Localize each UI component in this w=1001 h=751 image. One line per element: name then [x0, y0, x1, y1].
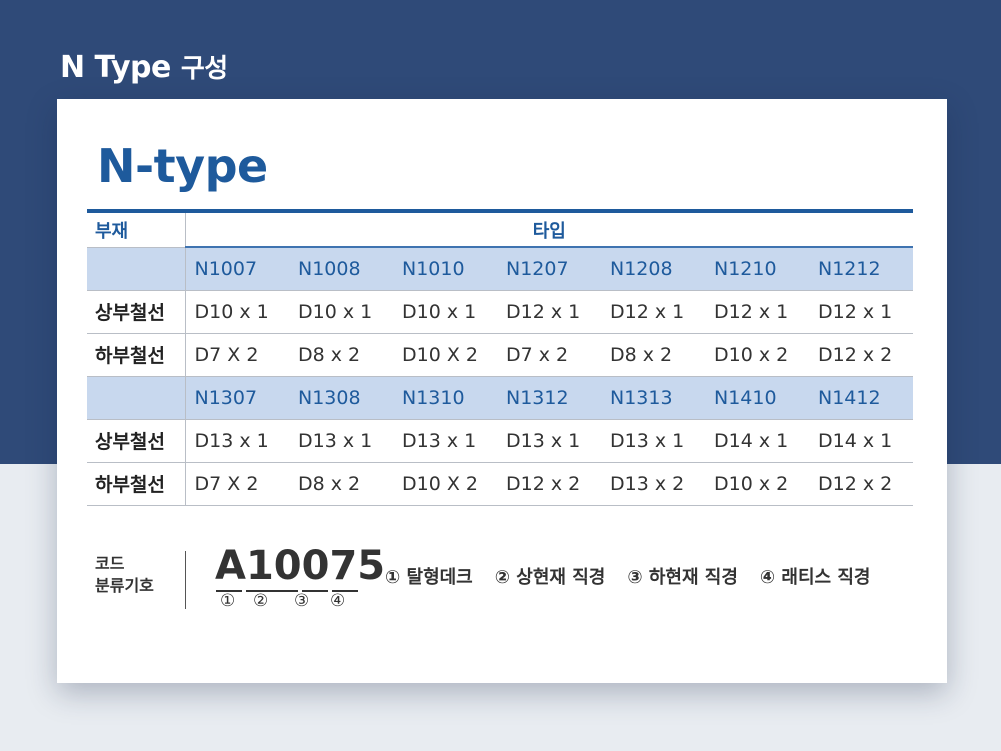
table-cell: D12 x 2 — [809, 462, 913, 506]
table-cell: D7 X 2 — [185, 462, 289, 506]
type-code: N1310 — [393, 376, 497, 420]
table-cell: D10 x 1 — [289, 290, 393, 334]
legend-item: ③ 하현재 직경 — [627, 567, 738, 588]
table-cell: D12 x 1 — [705, 290, 809, 334]
table-cell: D12 x 2 — [497, 462, 601, 506]
legend-item: ④ 래티스 직경 — [759, 567, 871, 588]
row-label: 상부철선 — [87, 290, 186, 334]
table-cell: D10 x 2 — [705, 462, 809, 506]
code-legend: 코드 분류기호 A10075 ① ② ③ ④ ① 탈형데크 ② 상현재 직경 ③ 하… — [95, 543, 925, 619]
table-cell: D13 x 1 — [289, 419, 393, 463]
type-code: N1208 — [601, 247, 705, 291]
table-row: 상부철선 D13 x 1 D13 x 1 D13 x 1 D13 x 1 D13… — [87, 419, 913, 463]
section-title-en: N Type — [60, 50, 171, 85]
table-cell: D13 x 2 — [601, 462, 705, 506]
table-cell: D8 x 2 — [289, 462, 393, 506]
row-label: 상부철선 — [87, 419, 186, 463]
type-code: N1308 — [289, 376, 393, 420]
col-label-type: 타입 — [185, 209, 913, 248]
table-cell: D12 x 1 — [809, 290, 913, 334]
type-code: N1007 — [185, 247, 289, 291]
code-marker: ③ — [294, 591, 310, 611]
table-row: 하부철선 D7 X 2 D8 x 2 D10 X 2 D7 x 2 D8 x 2… — [87, 333, 913, 377]
table-cell: D10 x 1 — [185, 290, 289, 334]
col-label-member: 부재 — [87, 209, 186, 248]
type-code: N1412 — [809, 376, 913, 420]
table-cell: D8 x 2 — [601, 333, 705, 377]
table-cell: D12 x 2 — [809, 333, 913, 377]
type-code: N1312 — [497, 376, 601, 420]
table-cell: D12 x 1 — [601, 290, 705, 334]
table-cell: D14 x 1 — [705, 419, 809, 463]
code-legend-items: ① 탈형데크 ② 상현재 직경 ③ 하현재 직경 ④ 래티스 직경 — [385, 563, 892, 589]
row-label: 하부철선 — [87, 333, 186, 377]
type-code-row: N1307 N1308 N1310 N1312 N1313 N1410 N141… — [87, 376, 913, 420]
code-marker: ④ — [330, 591, 346, 611]
section-title: N Type 구성 — [60, 48, 228, 85]
code-row-label — [87, 376, 186, 420]
table-cell: D13 x 1 — [185, 419, 289, 463]
code-marker: ② — [253, 591, 269, 611]
code-row-label — [87, 247, 186, 291]
type-code: N1212 — [809, 247, 913, 291]
spec-table: 부재 타입 N1007 N1008 N1010 N1207 N1208 N121… — [87, 209, 913, 506]
type-code-row: N1007 N1008 N1010 N1207 N1208 N1210 N121… — [87, 247, 913, 291]
type-code: N1210 — [705, 247, 809, 291]
legend-item: ① 탈형데크 — [385, 567, 473, 588]
table-cell: D7 x 2 — [497, 333, 601, 377]
type-code: N1008 — [289, 247, 393, 291]
type-code: N1313 — [601, 376, 705, 420]
table-row: 하부철선 D7 X 2 D8 x 2 D10 X 2 D12 x 2 D13 x… — [87, 462, 913, 506]
table-cell: D14 x 1 — [809, 419, 913, 463]
spec-card: N-type 부재 타입 N1007 N1008 N1010 N1207 N12… — [57, 99, 947, 683]
table-row: 상부철선 D10 x 1 D10 x 1 D10 x 1 D12 x 1 D12… — [87, 290, 913, 334]
table-cell: D7 X 2 — [185, 333, 289, 377]
code-example: A10075 — [215, 543, 386, 589]
row-label: 하부철선 — [87, 462, 186, 506]
table-header-row: 부재 타입 — [87, 209, 913, 248]
table-cell: D12 x 1 — [497, 290, 601, 334]
table-cell: D10 x 2 — [705, 333, 809, 377]
type-code: N1207 — [497, 247, 601, 291]
table-cell: D13 x 1 — [497, 419, 601, 463]
table-cell: D8 x 2 — [289, 333, 393, 377]
legend-item: ② 상현재 직경 — [494, 567, 606, 588]
code-legend-label-line1: 코드 — [95, 554, 125, 573]
table-cell: D10 X 2 — [393, 333, 497, 377]
code-legend-label-line2: 분류기호 — [95, 576, 154, 595]
card-title: N-type — [97, 139, 268, 193]
type-code: N1010 — [393, 247, 497, 291]
table-cell: D13 x 1 — [393, 419, 497, 463]
code-legend-label: 코드 분류기호 — [95, 553, 154, 597]
table-cell: D10 x 1 — [393, 290, 497, 334]
code-divider — [185, 551, 186, 609]
table-cell: D13 x 1 — [601, 419, 705, 463]
type-code: N1410 — [705, 376, 809, 420]
section-title-ko: 구성 — [180, 54, 228, 84]
type-code: N1307 — [185, 376, 289, 420]
table-cell: D10 X 2 — [393, 462, 497, 506]
code-marker: ① — [220, 591, 236, 611]
